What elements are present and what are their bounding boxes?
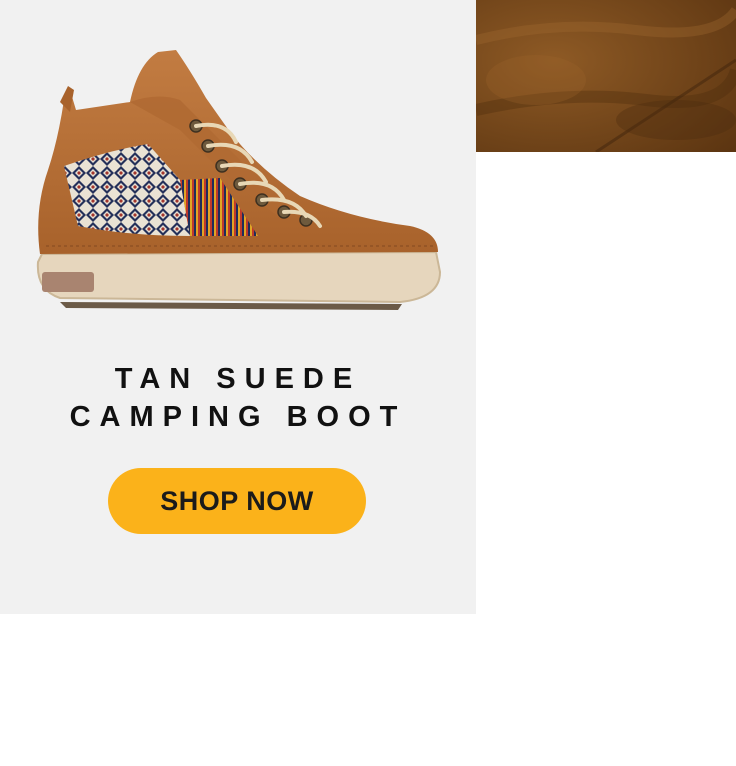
boot-product-image (36, 50, 442, 310)
product-card: TAN SUEDE CAMPING BOOT SHOP NOW (0, 0, 476, 614)
product-title: TAN SUEDE CAMPING BOOT (0, 360, 476, 436)
page: TAN SUEDE CAMPING BOOT SHOP NOW (0, 0, 736, 766)
product-title-line-1: TAN SUEDE (114, 363, 362, 395)
product-title-line-2: CAMPING BOOT (69, 401, 407, 433)
suede-texture-swatch (476, 0, 736, 152)
shop-now-button[interactable]: SHOP NOW (108, 468, 366, 534)
